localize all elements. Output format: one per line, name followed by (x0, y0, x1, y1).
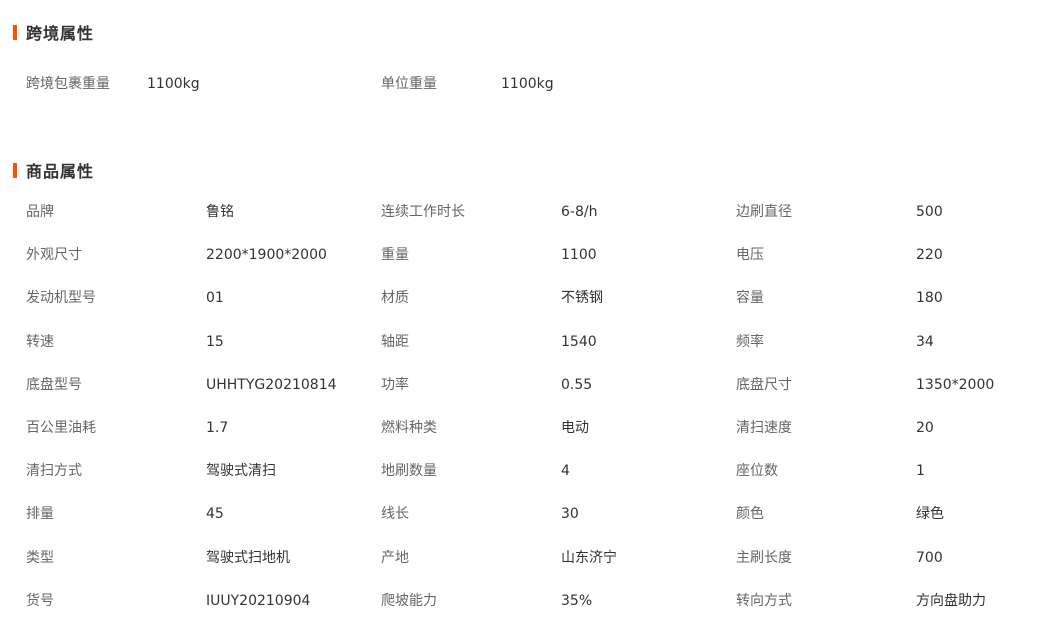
attr-label: 转向方式 (736, 593, 792, 609)
attr-label: 品牌 (26, 204, 54, 220)
attr-value: UHHTYG20210814 (206, 377, 337, 393)
attr-value: 不锈钢 (561, 290, 603, 306)
attr-value: 1540 (561, 334, 597, 350)
attr-value: 30 (561, 506, 579, 522)
attr-value: 1.7 (206, 420, 229, 436)
attr-label: 爬坡能力 (381, 593, 437, 609)
attr-label: 燃料种类 (381, 420, 437, 436)
attr-label: 容量 (736, 290, 764, 306)
attr-label: 材质 (381, 290, 409, 306)
title-accent-bar (13, 24, 17, 40)
attr-label: 清扫方式 (26, 463, 82, 479)
attr-label: 电压 (736, 247, 764, 263)
attr-label: 地刷数量 (381, 463, 437, 479)
attr-value: 180 (916, 290, 943, 306)
attr-label: 转速 (26, 334, 54, 350)
attr-value: 220 (916, 247, 943, 263)
attr-value: 500 (916, 204, 943, 220)
product-title: 商品属性 (26, 162, 95, 181)
attr-label: 功率 (381, 377, 409, 393)
attr-label: 货号 (26, 593, 54, 609)
attr-value: 4 (561, 463, 570, 479)
attr-value-package-weight: 1100kg (147, 76, 200, 92)
attr-label: 产地 (381, 550, 409, 566)
attr-label: 清扫速度 (736, 420, 792, 436)
attr-label: 重量 (381, 247, 409, 263)
attr-label: 轴距 (381, 334, 409, 350)
attr-label: 线长 (381, 506, 409, 522)
attr-label: 连续工作时长 (381, 204, 465, 220)
attr-value: 34 (916, 334, 934, 350)
cross-border-section-title: 跨境属性 (13, 22, 95, 43)
attr-value: 鲁铭 (206, 204, 234, 220)
attr-value: IUUY20210904 (206, 593, 311, 609)
attr-value: 驾驶式扫地机 (206, 550, 290, 566)
attr-value: 绿色 (916, 506, 944, 522)
attr-label: 频率 (736, 334, 764, 350)
attr-value: 6-8/h (561, 204, 598, 220)
attr-value: 0.55 (561, 377, 593, 393)
attr-label: 边刷直径 (736, 204, 792, 220)
attr-label: 主刷长度 (736, 550, 792, 566)
attr-value: 电动 (561, 420, 589, 436)
attr-label: 百公里油耗 (26, 420, 96, 436)
attr-value: 驾驶式清扫 (206, 463, 276, 479)
attr-value: 15 (206, 334, 224, 350)
attr-value: 01 (206, 290, 224, 306)
attr-value: 1350*2000 (916, 377, 995, 393)
attr-label-unit-weight: 单位重量 (381, 76, 437, 92)
attr-value: 方向盘助力 (916, 593, 986, 609)
attr-label: 底盘型号 (26, 377, 82, 393)
attr-value: 1 (916, 463, 925, 479)
product-section-title: 商品属性 (13, 160, 95, 181)
attr-label: 发动机型号 (26, 290, 96, 306)
attr-value: 山东济宁 (561, 550, 617, 566)
attr-label: 颜色 (736, 506, 764, 522)
attr-label-package-weight: 跨境包裹重量 (26, 76, 110, 92)
attr-label: 类型 (26, 550, 54, 566)
attr-value: 45 (206, 506, 224, 522)
attr-value: 2200*1900*2000 (206, 247, 327, 263)
cross-border-title: 跨境属性 (26, 24, 95, 43)
attr-label: 外观尺寸 (26, 247, 82, 263)
attr-value: 20 (916, 420, 934, 436)
attr-value: 1100 (561, 247, 597, 263)
attr-value-unit-weight: 1100kg (501, 76, 554, 92)
attr-value: 700 (916, 550, 943, 566)
title-accent-bar (13, 162, 17, 178)
attr-label: 排量 (26, 506, 54, 522)
attr-label: 座位数 (736, 463, 778, 479)
attr-value: 35% (561, 593, 593, 609)
attr-label: 底盘尺寸 (736, 377, 792, 393)
